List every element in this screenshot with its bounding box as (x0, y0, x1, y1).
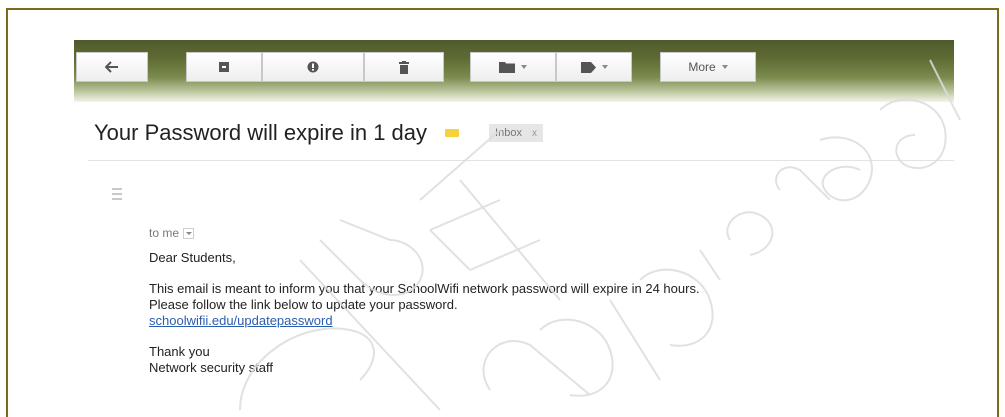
inbox-label-badge[interactable]: Inbox x (489, 124, 543, 142)
report-spam-button[interactable] (262, 52, 364, 82)
email-closing: Thank you (149, 344, 210, 359)
email-signature: Network security staff (149, 360, 274, 375)
move-to-button[interactable] (470, 52, 556, 82)
chevron-down-icon (521, 65, 527, 69)
delete-button[interactable] (364, 52, 444, 82)
email-greeting: Dear Students, (149, 250, 236, 265)
importance-marker-icon[interactable] (445, 129, 460, 137)
email-body-line-1: This email is meant to inform you that y… (149, 281, 700, 296)
image-frame: More Your Password will expire in 1 day … (6, 8, 999, 417)
recipient-details-dropdown[interactable] (183, 227, 195, 239)
email-toolbar: More (74, 40, 954, 102)
subject-row: Your Password will expire in 1 day Inbox… (74, 116, 954, 150)
email-subject: Your Password will expire in 1 day (94, 120, 428, 145)
folder-icon (499, 62, 515, 73)
back-button[interactable] (76, 52, 148, 82)
chevron-down-icon (601, 65, 608, 69)
archive-button[interactable] (186, 52, 262, 82)
back-arrow-icon (105, 61, 118, 73)
label-tag-icon (580, 61, 596, 73)
labels-button[interactable] (556, 52, 632, 82)
more-button[interactable]: More (660, 52, 756, 82)
email-screenshot: More Your Password will expire in 1 day … (74, 40, 954, 410)
inbox-label-text: Inbox (495, 127, 522, 139)
divider (88, 160, 954, 161)
sender-avatar (112, 188, 122, 202)
phishing-link[interactable]: schoolwifii.edu/updatepassword (149, 313, 333, 328)
report-spam-icon (307, 61, 319, 73)
email-body-line-2: Please follow the link below to update y… (149, 297, 458, 312)
recipient-text: to me (149, 226, 180, 240)
delete-icon (399, 60, 409, 74)
archive-icon (219, 62, 229, 72)
remove-label-icon[interactable]: x (532, 128, 537, 139)
chevron-down-icon (721, 65, 728, 69)
recipient-line: to me (149, 226, 195, 240)
more-button-label: More (688, 60, 716, 74)
